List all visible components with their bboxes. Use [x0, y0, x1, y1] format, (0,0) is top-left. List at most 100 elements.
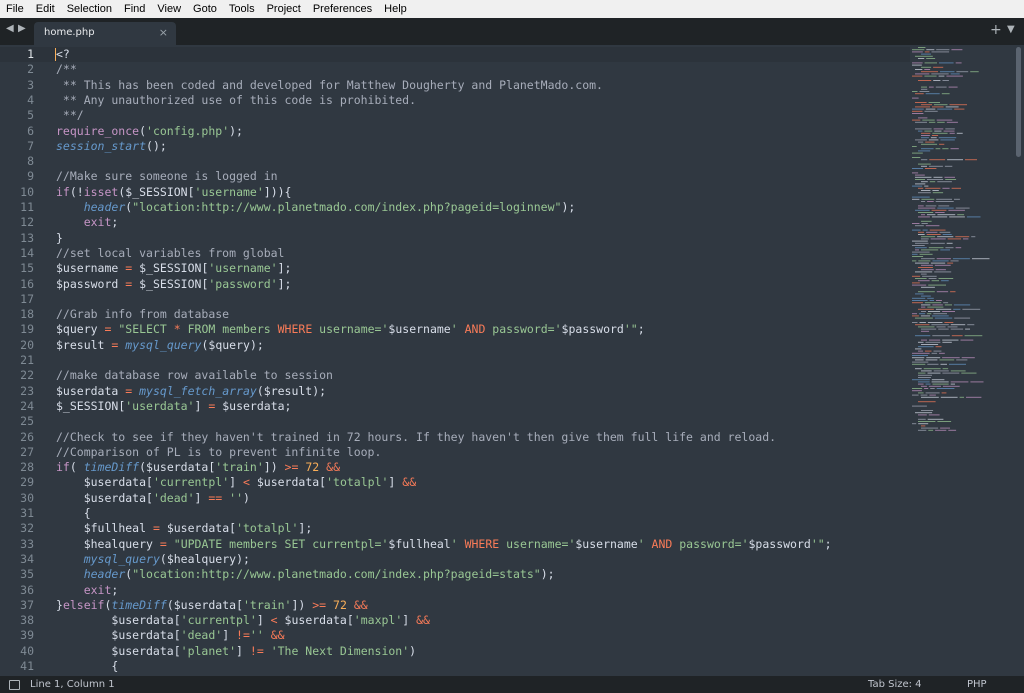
line-number: 3: [27, 77, 34, 92]
code-line[interactable]: mysql_query($healquery);: [56, 552, 250, 567]
menu-selection[interactable]: Selection: [61, 0, 118, 18]
code-line[interactable]: //Grab info from database: [56, 307, 229, 322]
menu-preferences[interactable]: Preferences: [307, 0, 378, 18]
code-line[interactable]: //Comparison of PL is to prevent infinit…: [56, 445, 381, 460]
code-line[interactable]: $userdata['dead'] == ''): [56, 491, 250, 506]
code-line[interactable]: $username = $_SESSION['username'];: [56, 261, 291, 276]
line-number: 32: [20, 521, 34, 536]
line-number: 7: [27, 138, 34, 153]
code-line[interactable]: //set local variables from global: [56, 246, 284, 261]
line-number: 33: [20, 536, 34, 551]
plus-icon[interactable]: +: [990, 22, 1002, 38]
line-number: 23: [20, 383, 34, 398]
tab-bar: ◀ ▶ home.php × + ▼: [0, 18, 1024, 45]
line-number: 11: [20, 200, 34, 214]
code-line[interactable]: {: [56, 506, 91, 521]
text-cursor: [55, 48, 56, 61]
code-line[interactable]: {: [56, 659, 118, 674]
code-line[interactable]: header("location:http://www.planetmado.c…: [56, 567, 555, 582]
code-line[interactable]: $userdata['currentpl'] < $userdata['maxp…: [56, 613, 430, 628]
syntax-indicator[interactable]: PHP: [967, 679, 987, 690]
line-number: 22: [20, 368, 34, 383]
chevron-down-icon[interactable]: ▼: [1007, 24, 1015, 35]
code-line[interactable]: $userdata = mysql_fetch_array($result);: [56, 384, 326, 399]
code-line[interactable]: $result = mysql_query($query);: [56, 338, 264, 353]
line-number: 2: [27, 62, 34, 77]
code-line[interactable]: //Make sure someone is logged in: [56, 169, 278, 184]
code-line[interactable]: }: [56, 231, 63, 246]
code-line[interactable]: if( timeDiff($userdata['train']) >= 72 &…: [56, 460, 340, 475]
menu-tools[interactable]: Tools: [223, 0, 261, 18]
code-editor[interactable]: 1 2 3 4 5 6 7 8 9 10 11 12 13 14 15 16 17 18 19 20 21 22 23 24 2…: [0, 45, 910, 676]
line-number: 34: [20, 551, 34, 566]
menu-edit[interactable]: Edit: [30, 0, 61, 18]
code-line[interactable]: $query = "SELECT * FROM members WHERE us…: [56, 322, 645, 337]
line-number: 6: [27, 123, 34, 138]
menu-view[interactable]: View: [151, 0, 187, 18]
menu-project[interactable]: Project: [261, 0, 307, 18]
code-line[interactable]: <?: [56, 47, 70, 62]
line-number: 24: [20, 398, 34, 413]
line-number: 5: [27, 108, 34, 123]
menu-goto[interactable]: Goto: [187, 0, 223, 18]
tab-close-icon[interactable]: ×: [159, 26, 168, 39]
line-number: 27: [20, 444, 34, 459]
scrollbar-thumb[interactable]: [1016, 47, 1021, 157]
code-line[interactable]: $userdata['planet'] != 'The Next Dimensi…: [56, 644, 416, 659]
tab-label: home.php: [44, 27, 95, 38]
code-line[interactable]: $userdata['currentpl'] < $userdata['tota…: [56, 475, 416, 490]
code-line[interactable]: $healquery = "UPDATE members SET current…: [56, 537, 832, 552]
vertical-scrollbar[interactable]: [1014, 45, 1024, 676]
line-number: 8: [27, 154, 34, 169]
code-line[interactable]: require_once('config.php');: [56, 124, 243, 139]
menu-find[interactable]: Find: [118, 0, 151, 18]
code-line[interactable]: //Check to see if they haven't trained i…: [56, 430, 776, 445]
menu-file[interactable]: File: [0, 0, 30, 18]
panel-toggle-icon[interactable]: [9, 680, 20, 690]
code-line[interactable]: $_SESSION['userdata'] = $userdata;: [56, 399, 291, 414]
line-number: 13: [20, 230, 34, 245]
code-line[interactable]: session_start();: [56, 139, 167, 154]
code-line[interactable]: exit;: [56, 583, 119, 598]
line-number: 30: [20, 490, 34, 505]
line-number: 38: [20, 613, 34, 628]
line-number: 29: [20, 475, 34, 490]
line-number: 14: [20, 245, 34, 260]
line-number: 28: [20, 460, 34, 475]
line-number: 4: [27, 92, 34, 107]
code-line[interactable]: header("location:http://www.planetmado.c…: [56, 200, 576, 215]
line-number: 20: [20, 337, 34, 352]
minimap[interactable]: [910, 45, 1014, 435]
code-line[interactable]: //make database row available to session: [56, 368, 333, 383]
status-bar: Line 1, Column 1 Tab Size: 4 PHP: [0, 676, 1024, 693]
line-number-gutter: 1 2 3 4 5 6 7 8 9 10 11 12 13 14 15 16 17 18 19 20 21 22 23 24 2…: [0, 45, 46, 676]
code-line[interactable]: $fullheal = $userdata['totalpl'];: [56, 521, 313, 536]
code-line[interactable]: exit;: [56, 215, 119, 230]
code-line[interactable]: $password = $_SESSION['password'];: [56, 277, 291, 292]
line-number: 40: [20, 643, 34, 658]
line-number: 31: [20, 506, 34, 520]
current-line-highlight: [0, 47, 910, 62]
tab-scroll-right-icon[interactable]: ▶: [18, 23, 26, 34]
tab-size-indicator[interactable]: Tab Size: 4: [868, 679, 922, 690]
code-line[interactable]: if(!isset($_SESSION['username'])){: [56, 185, 291, 200]
line-number: 10: [20, 184, 34, 199]
line-number: 12: [20, 215, 34, 230]
cursor-position[interactable]: Line 1, Column 1: [30, 679, 115, 690]
code-line[interactable]: $userdata['dead'] !='' &&: [56, 628, 284, 643]
menu-help[interactable]: Help: [378, 0, 413, 18]
line-number: 26: [20, 429, 34, 444]
menu-bar: File Edit Selection Find View Goto Tools Projec…: [0, 0, 1024, 19]
line-number: 25: [20, 414, 34, 429]
line-number: 18: [20, 307, 34, 322]
code-line[interactable]: ** Any unauthorized use of this code is …: [56, 93, 416, 108]
code-line[interactable]: }elseif(timeDiff($userdata['train']) >= …: [56, 598, 368, 613]
line-number: 35: [20, 567, 34, 582]
tab-home-php[interactable]: home.php ×: [34, 22, 176, 45]
code-line[interactable]: **/: [56, 108, 84, 123]
code-line[interactable]: /**: [56, 62, 77, 77]
line-number: 21: [20, 353, 34, 367]
code-line[interactable]: ** This has been coded and developed for…: [56, 78, 603, 93]
line-number: 37: [20, 597, 34, 612]
tab-scroll-left-icon[interactable]: ◀: [6, 23, 14, 34]
